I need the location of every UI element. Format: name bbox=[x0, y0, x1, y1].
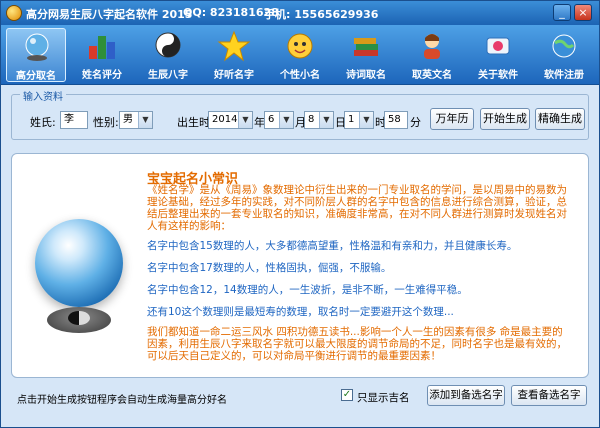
day-value: 8 bbox=[308, 114, 315, 125]
crystal-ball bbox=[35, 219, 123, 307]
main-window: 高分网易生辰八字起名软件 2015 QQ: 823181628 手机: 1556… bbox=[0, 0, 600, 428]
surname-input[interactable]: 李 bbox=[60, 111, 88, 129]
phone-contact: 手机: 15565629936 bbox=[264, 8, 379, 21]
tool-label: 诗词取名 bbox=[346, 70, 386, 81]
month-value: 6 bbox=[268, 114, 275, 125]
tool-birth-bazi[interactable]: 生辰八字 bbox=[138, 28, 198, 82]
tool-poetry-naming[interactable]: 诗词取名 bbox=[336, 28, 396, 82]
gender-label: 性别: bbox=[93, 116, 119, 129]
tip-line-3: 名字中包含12，14数理的人，一生波折，是非不断，一生难得平稳。 bbox=[147, 284, 468, 296]
tip-line-4: 还有10这个数理则是最短寿的数理，取名时一定要避开这个数理... bbox=[147, 306, 454, 318]
chevron-down-icon: ▼ bbox=[319, 112, 333, 128]
view-candidates-button[interactable]: 查看备选名字 bbox=[511, 385, 587, 406]
surname-label: 姓氏: bbox=[30, 116, 56, 129]
info-icon bbox=[486, 37, 510, 55]
generate-button[interactable]: 开始生成 bbox=[480, 108, 530, 130]
globe-icon bbox=[552, 34, 576, 58]
person-icon bbox=[424, 34, 440, 59]
outro-paragraph: 我们都知道一命二运三风水 四积功德五读书...影响一个人一生的因素有很多 命是最… bbox=[147, 326, 567, 362]
status-hint: 点击开始生成按钮程序会自动生成海量高分好名 bbox=[17, 395, 227, 406]
tips-panel: 宝宝起名小常识 《姓名学》是从《周易》象数理论中衍生出来的一门专业取名的学问，是… bbox=[11, 153, 589, 378]
tool-label: 个性小名 bbox=[280, 70, 320, 81]
cartoon-face-icon bbox=[287, 33, 313, 59]
main-toolbar: 高分取名 姓名评分 生辰八字 好听名字 个性小名 诗词取名 取英文名 关于软件 … bbox=[1, 25, 599, 85]
tool-label: 关于软件 bbox=[478, 70, 518, 81]
tip-line-1: 名字中包含15数理的人，大多都德高望重，性格温和有亲和力，并且健康长寿。 bbox=[147, 240, 518, 252]
tip-line-2: 名字中包含17数理的人，性格固执，倔强，不服输。 bbox=[147, 262, 392, 274]
tool-about[interactable]: 关于软件 bbox=[468, 28, 528, 82]
tool-label: 生辰八字 bbox=[148, 70, 188, 81]
month-select[interactable]: 6 ▼ bbox=[264, 111, 294, 129]
chevron-down-icon: ▼ bbox=[279, 112, 293, 128]
chevron-down-icon: ▼ bbox=[359, 112, 373, 128]
group-legend: 输入资料 bbox=[20, 88, 66, 103]
year-value: 2014 bbox=[212, 114, 238, 125]
chart-cubes-icon bbox=[89, 36, 115, 59]
tool-label: 取英文名 bbox=[412, 70, 452, 81]
intro-paragraph: 《姓名学》是从《周易》象数理论中衍生出来的一门专业取名的学问，是以周易中的易数为… bbox=[147, 184, 567, 232]
minute-unit: 分 bbox=[410, 116, 421, 129]
year-select[interactable]: 2014 ▼ bbox=[208, 111, 253, 129]
tool-name-score[interactable]: 姓名评分 bbox=[72, 28, 132, 82]
window-title: 高分网易生辰八字起名软件 2015 bbox=[26, 8, 193, 21]
star-icon bbox=[217, 30, 251, 62]
only-lucky-checkbox[interactable]: ✓ bbox=[341, 389, 353, 401]
tool-register[interactable]: 软件注册 bbox=[534, 28, 594, 82]
tool-nice-names[interactable]: 好听名字 bbox=[204, 28, 264, 82]
books-icon bbox=[354, 38, 378, 56]
hour-select[interactable]: 1 ▼ bbox=[344, 111, 374, 129]
crystal-ball-image bbox=[27, 211, 130, 359]
tool-label: 高分取名 bbox=[16, 71, 56, 82]
close-button[interactable]: × bbox=[574, 4, 592, 21]
tool-label: 好听名字 bbox=[214, 70, 254, 81]
minute-input[interactable]: 58 bbox=[384, 111, 408, 129]
gender-select[interactable]: 男 ▼ bbox=[119, 111, 153, 129]
day-select[interactable]: 8 ▼ bbox=[304, 111, 334, 129]
hour-value: 1 bbox=[348, 114, 355, 125]
chevron-down-icon: ▼ bbox=[238, 112, 252, 128]
yin-yang-icon bbox=[68, 311, 90, 325]
calendar-button[interactable]: 万年历 bbox=[430, 108, 474, 130]
crystal-ball-icon bbox=[25, 33, 49, 61]
precise-generate-button[interactable]: 精确生成 bbox=[535, 108, 585, 130]
chevron-down-icon: ▼ bbox=[138, 112, 152, 128]
app-icon bbox=[6, 5, 22, 21]
input-group: 输入资料 姓氏: 李 性别: 男 ▼ 出生时间: 2014 ▼ 年 6 ▼ 月 … bbox=[11, 88, 589, 140]
tool-english-names[interactable]: 取英文名 bbox=[402, 28, 462, 82]
only-lucky-label: 只显示吉名 bbox=[357, 392, 410, 404]
tool-label: 软件注册 bbox=[544, 70, 584, 81]
add-candidate-button[interactable]: 添加到备选名字 bbox=[427, 385, 505, 406]
tool-nicknames[interactable]: 个性小名 bbox=[270, 28, 330, 82]
tool-high-score-naming[interactable]: 高分取名 bbox=[6, 28, 66, 82]
title-bar[interactable]: 高分网易生辰八字起名软件 2015 QQ: 823181628 手机: 1556… bbox=[1, 1, 599, 25]
gender-value: 男 bbox=[123, 114, 133, 125]
yin-yang-icon bbox=[155, 32, 181, 58]
tool-label: 姓名评分 bbox=[82, 70, 122, 81]
minimize-button[interactable]: _ bbox=[553, 4, 571, 21]
